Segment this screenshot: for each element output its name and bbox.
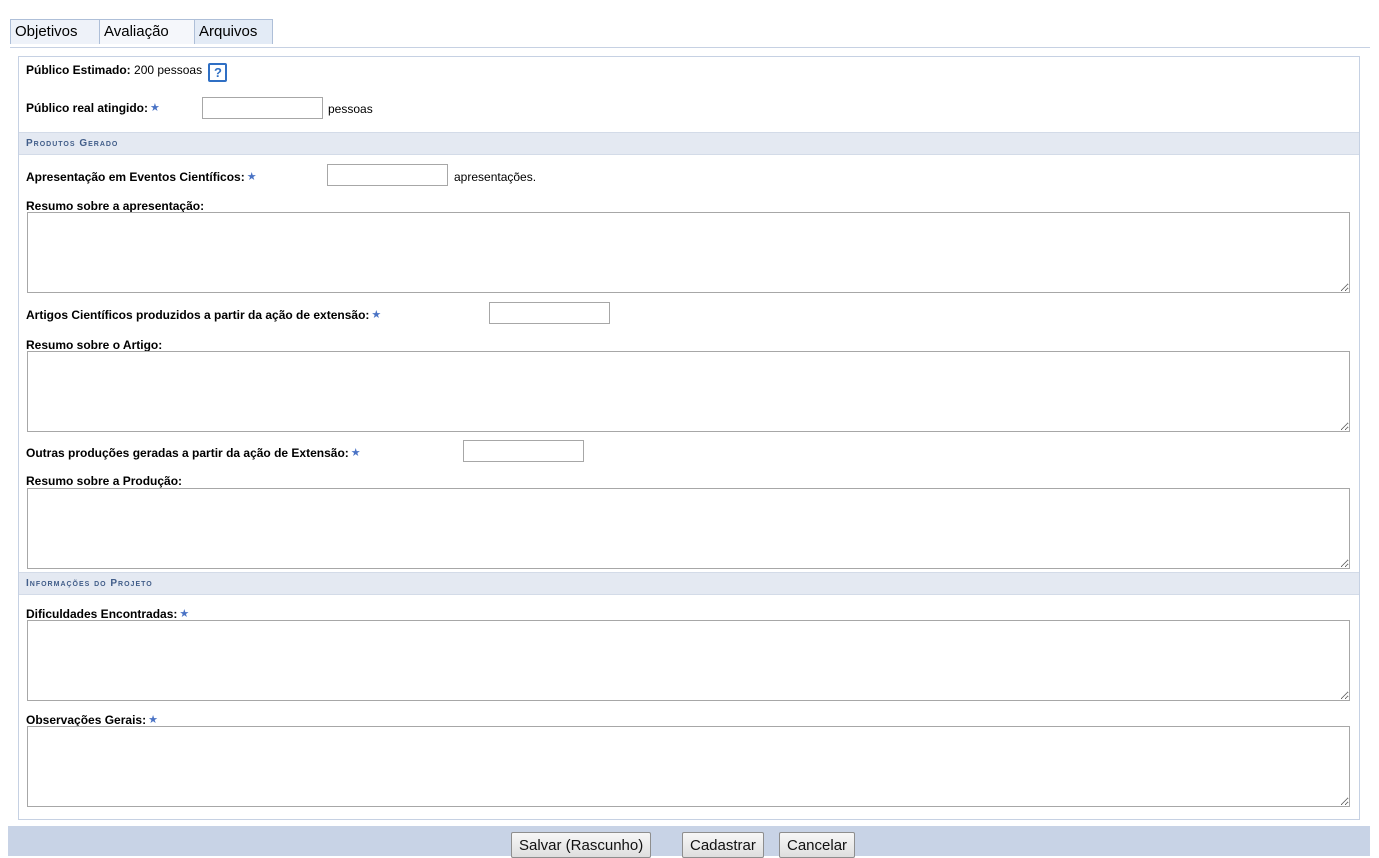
required-star-icon: ★ <box>246 171 257 183</box>
help-icon[interactable]: ? <box>208 63 228 82</box>
tab-arquivos[interactable]: Arquivos <box>194 19 273 44</box>
required-star-icon: ★ <box>150 102 160 114</box>
artigos-input[interactable] <box>489 302 610 324</box>
tab-avaliacao[interactable]: Avaliação <box>99 19 195 44</box>
resumo-artigo-textarea[interactable] <box>27 351 1350 432</box>
cadastrar-button[interactable]: Cadastrar <box>682 832 764 858</box>
publico-real-label-row: Público real atingido: ★ <box>26 101 161 115</box>
observacoes-label-row: Observações Gerais: ★ <box>26 713 159 727</box>
dificuldades-label: Dificuldades Encontradas: <box>26 607 178 621</box>
observacoes-label: Observações Gerais: <box>26 713 147 727</box>
tab-objetivos[interactable]: Objetivos <box>10 19 100 44</box>
required-star-icon: ★ <box>148 714 158 726</box>
required-star-icon: ★ <box>179 608 190 620</box>
required-star-icon: ★ <box>350 447 361 459</box>
publico-estimado-row: Público Estimado: 200 pessoas ? <box>26 63 228 82</box>
resumo-producao-label: Resumo sobre a Produção: <box>26 474 183 488</box>
publico-real-input[interactable] <box>202 97 323 119</box>
outras-input[interactable] <box>463 440 584 462</box>
resumo-apresentacao-label: Resumo sobre a apresentação: <box>26 199 205 213</box>
apresentacao-unit: apresentações. <box>454 170 537 184</box>
dificuldades-label-row: Dificuldades Encontradas: ★ <box>26 607 190 621</box>
outras-label-row: Outras produções geradas a partir da açã… <box>26 446 362 460</box>
salvar-rascunho-button[interactable]: Salvar (Rascunho) <box>511 832 652 858</box>
publico-estimado-value: 200 pessoas <box>134 63 203 77</box>
resumo-producao-textarea[interactable] <box>27 488 1350 569</box>
publico-real-label: Público real atingido: <box>26 101 149 115</box>
informacoes-section-header: Informações do Projeto <box>19 572 1359 595</box>
apresentacao-label-row: Apresentação em Eventos Científicos: ★ <box>26 170 258 184</box>
produtos-section-header: Produtos Gerado <box>19 132 1359 155</box>
publico-estimado-label: Público Estimado: <box>26 63 131 77</box>
cancelar-button[interactable]: Cancelar <box>779 832 856 858</box>
apresentacao-label: Apresentação em Eventos Científicos: <box>26 170 245 184</box>
dificuldades-textarea[interactable] <box>27 620 1350 701</box>
required-star-icon: ★ <box>371 309 382 321</box>
apresentacao-input[interactable] <box>327 164 448 186</box>
resumo-apresentacao-textarea[interactable] <box>27 212 1350 293</box>
publico-real-unit: pessoas <box>328 102 373 116</box>
form-panel: Público Estimado: 200 pessoas ? Público … <box>18 56 1360 820</box>
observacoes-textarea[interactable] <box>27 726 1350 807</box>
artigos-label-row: Artigos Científicos produzidos a partir … <box>26 308 382 322</box>
artigos-label: Artigos Científicos produzidos a partir … <box>26 308 370 322</box>
resumo-artigo-label: Resumo sobre o Artigo: <box>26 338 163 352</box>
tab-bar: Objetivos Avaliação Arquivos <box>10 19 1370 48</box>
outras-label: Outras produções geradas a partir da açã… <box>26 446 349 460</box>
